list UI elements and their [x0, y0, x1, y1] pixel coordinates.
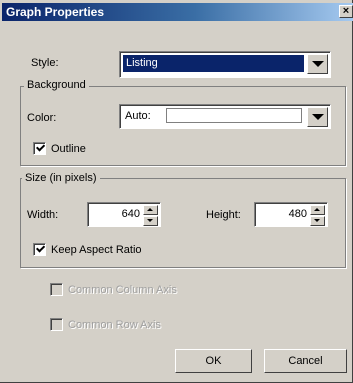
- ok-button[interactable]: OK: [175, 349, 252, 373]
- style-select-value: Listing: [123, 55, 304, 72]
- chevron-down-icon[interactable]: [307, 54, 328, 74]
- spin-up-icon[interactable]: [310, 205, 325, 215]
- width-spinner[interactable]: 640: [87, 202, 161, 227]
- outline-checkbox[interactable]: [33, 142, 46, 155]
- color-select-value: Auto:: [125, 110, 151, 122]
- keep-aspect-label: Keep Aspect Ratio: [51, 244, 142, 256]
- dialog-title: Graph Properties: [6, 5, 105, 19]
- keep-aspect-checkbox[interactable]: [33, 243, 46, 256]
- width-value: 640: [121, 208, 140, 220]
- size-legend: Size (in pixels): [22, 172, 100, 185]
- checkmark-icon: [36, 142, 46, 152]
- checkmark-icon: [36, 243, 46, 253]
- height-label: Height:: [206, 209, 241, 221]
- spin-down-icon[interactable]: [310, 216, 325, 226]
- color-swatch: [166, 108, 302, 123]
- cancel-button[interactable]: Cancel: [264, 349, 347, 373]
- color-select[interactable]: Auto:: [119, 104, 331, 129]
- color-label: Color:: [27, 112, 57, 124]
- outline-label: Outline: [51, 143, 86, 155]
- height-value: 480: [288, 208, 307, 220]
- style-select[interactable]: Listing: [119, 51, 331, 78]
- chevron-down-icon[interactable]: [307, 107, 328, 127]
- height-spinner-buttons: [310, 205, 325, 226]
- graph-properties-dialog: Graph Properties × Style: Listing Backgr…: [0, 0, 353, 383]
- title-bar[interactable]: Graph Properties ×: [2, 3, 353, 21]
- common-row-axis-label: Common Row Axis: [68, 319, 161, 331]
- height-spinner[interactable]: 480: [254, 202, 328, 227]
- style-label: Style:: [31, 57, 59, 69]
- spin-up-icon[interactable]: [143, 205, 158, 215]
- spin-down-icon[interactable]: [143, 216, 158, 226]
- common-column-axis-label: Common Column Axis: [68, 284, 177, 296]
- common-column-axis-checkbox[interactable]: [50, 283, 63, 296]
- background-legend: Background: [24, 79, 89, 92]
- close-icon[interactable]: ×: [339, 5, 353, 18]
- width-label: Width:: [27, 209, 59, 221]
- width-spinner-buttons: [143, 205, 158, 226]
- common-row-axis-checkbox[interactable]: [50, 318, 63, 331]
